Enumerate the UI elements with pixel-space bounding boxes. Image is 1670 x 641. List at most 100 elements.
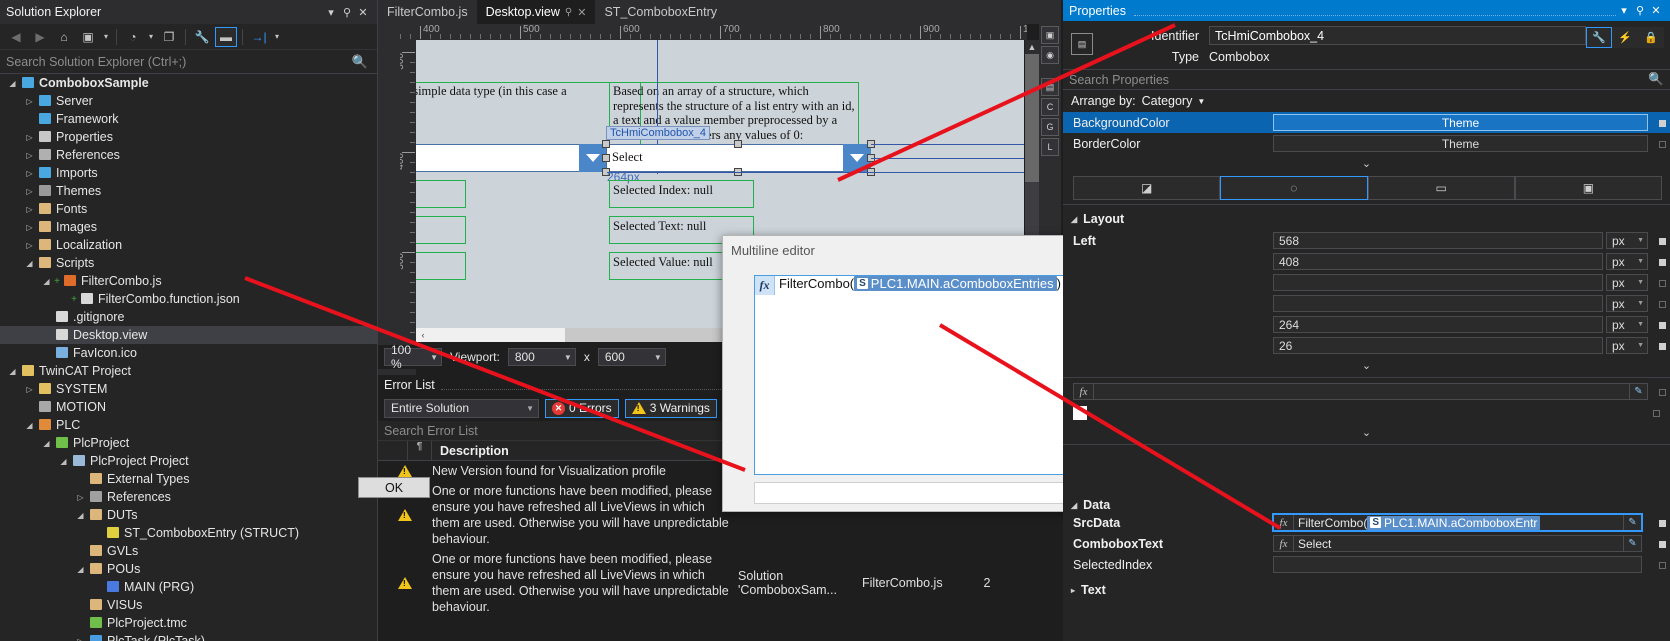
property-row[interactable]: 264 px ▼ [1063, 314, 1670, 335]
zoom-select[interactable]: 100 % ▼ [384, 343, 442, 371]
property-row[interactable]: SelectedIndex [1063, 554, 1670, 575]
group-icon[interactable]: G [1041, 118, 1059, 136]
property-row[interactable]: SrcData fx FilterCombo(S PLC1.MAIN.aCombobo… [1063, 512, 1670, 533]
expander-collapse-icon[interactable]: ◢ [40, 439, 53, 448]
sync-icon[interactable]: →| [248, 27, 270, 47]
binding-dot[interactable] [1654, 137, 1670, 151]
property-binding-editor[interactable] [1273, 556, 1642, 573]
warnings-filter-button[interactable]: 3 Warnings [624, 398, 717, 418]
tree-item[interactable]: ▷ Server [0, 92, 377, 110]
expander-expand-icon[interactable]: ▷ [74, 637, 87, 641]
tree-item[interactable]: ▷ PlcTask (PlcTask) [0, 632, 377, 641]
expander-collapse-icon[interactable]: ◢ [74, 511, 87, 520]
tree-item[interactable]: MAIN (PRG) [0, 578, 377, 596]
tree-item[interactable]: ◢ TwinCAT Project [0, 362, 377, 380]
property-value-input[interactable] [1273, 295, 1603, 312]
panel-menu-chevron-icon[interactable]: ▾ [323, 6, 339, 19]
binding-dot[interactable] [1654, 516, 1670, 530]
properties-search[interactable]: Search Properties 🔍 [1063, 69, 1670, 90]
property-value-input[interactable]: 264 [1273, 316, 1603, 333]
label-box-left-1[interactable] [416, 180, 466, 208]
close-icon[interactable]: ✕ [355, 6, 371, 19]
tree-item[interactable]: External Types [0, 470, 377, 488]
tree-item[interactable]: ◢ Scripts [0, 254, 377, 272]
layout-property-rows[interactable]: Left 568 px ▼ 408 px ▼ px ▼ px ▼ 264 px ▼ 26 px ▼ [1063, 230, 1670, 356]
property-row[interactable]: Left 568 px ▼ [1063, 230, 1670, 251]
binding-dot[interactable] [1654, 255, 1670, 269]
expand-layout-chevron-icon[interactable]: ⌄ [1063, 356, 1670, 374]
property-value-input[interactable]: FilterCombo(S PLC1.MAIN.aComboboxEntr [1293, 514, 1624, 531]
tree-item[interactable]: ▷ References [0, 488, 377, 506]
search-input[interactable] [6, 54, 352, 69]
property-row[interactable]: px ▼ [1063, 272, 1670, 293]
property-row[interactable]: 26 px ▼ [1063, 335, 1670, 356]
expander-expand-icon[interactable]: ▷ [23, 205, 36, 214]
viewport-width-select[interactable]: 800 ▼ [507, 348, 576, 366]
checkbox[interactable] [1073, 405, 1087, 420]
unnamed-fx-value[interactable] [1093, 383, 1630, 400]
editor-tab[interactable]: Desktop.view ⚲ ✕ [476, 0, 596, 24]
expand-colors-chevron-icon[interactable]: ⌄ [1063, 154, 1670, 172]
data-property-rows[interactable]: SrcData fx FilterCombo(S PLC1.MAIN.aCombobo… [1063, 512, 1670, 575]
grid-icon[interactable]: ▤ [1041, 78, 1059, 96]
pin-icon[interactable]: ⚲ [339, 6, 355, 19]
expander-expand-icon[interactable]: ▷ [23, 151, 36, 160]
tree-item[interactable]: MOTION [0, 398, 377, 416]
label-box-left-3[interactable] [416, 252, 466, 280]
column-header-severity[interactable] [378, 440, 408, 461]
expander-collapse-icon[interactable]: ◢ [6, 367, 19, 376]
column-header-description[interactable]: Description [432, 444, 509, 458]
unit-select[interactable]: px ▼ [1606, 253, 1648, 270]
tree-item[interactable]: PlcProject.tmc [0, 614, 377, 632]
tree-item[interactable]: ▷ Fonts [0, 200, 377, 218]
preview-selected-items-icon[interactable]: ▬ [215, 26, 237, 47]
tree-item[interactable]: ◢ PlcProject Project [0, 452, 377, 470]
scroll-left-icon[interactable]: ‹ [416, 328, 430, 342]
tree-item[interactable]: ◢ PLC [0, 416, 377, 434]
property-value[interactable]: Theme [1273, 135, 1648, 152]
category-text[interactable]: ▸ Text [1063, 579, 1670, 601]
category-layout[interactable]: ◢ Layout [1063, 208, 1670, 230]
editor-tab[interactable]: ST_ComboboxEntry [595, 0, 726, 24]
expander-collapse-icon[interactable]: ◢ [6, 79, 19, 88]
combobox-left[interactable] [416, 144, 581, 172]
property-row[interactable]: px ▼ [1063, 293, 1670, 314]
pin-icon[interactable]: ⚲ [565, 7, 572, 18]
unit-select[interactable]: px ▼ [1606, 337, 1648, 354]
pending-changes-chevron-icon[interactable]: ▾ [101, 32, 111, 41]
forward-icon[interactable]: ▶ [29, 27, 51, 47]
property-binding-editor[interactable]: fx FilterCombo(S PLC1.MAIN.aComboboxEntr ✎ [1272, 513, 1643, 532]
align-icon[interactable]: ◉ [1041, 46, 1059, 64]
tree-item[interactable]: .gitignore [0, 308, 377, 326]
arrange-by-row[interactable]: Arrange by: Category ▼ [1063, 90, 1670, 112]
sync-chevron-icon[interactable]: ▾ [272, 32, 282, 41]
checkbox-row[interactable] [1063, 402, 1670, 423]
expander-expand-icon[interactable]: ▷ [23, 241, 36, 250]
unit-select[interactable]: px ▼ [1606, 295, 1648, 312]
unit-select[interactable]: px ▼ [1606, 316, 1648, 333]
expander-collapse-icon[interactable]: ◢ [74, 565, 87, 574]
tree-item[interactable]: Framework [0, 110, 377, 128]
layer-icon[interactable]: L [1041, 138, 1059, 156]
search-icon[interactable]: 🔍 [352, 54, 371, 70]
expander-expand-icon[interactable]: ▷ [23, 169, 36, 178]
resize-handle-nw[interactable] [602, 140, 610, 148]
tree-item[interactable]: FavIcon.ico [0, 344, 377, 362]
horizontal-scroll-thumb[interactable] [430, 328, 565, 342]
editor-tab[interactable]: FilterCombo.js [378, 0, 477, 24]
editor-tabstrip[interactable]: FilterCombo.js Desktop.view ⚲ ✕ ST_ComboboxE… [378, 0, 1061, 24]
tree-item[interactable]: ▷ Themes [0, 182, 377, 200]
scope-select[interactable]: Entire Solution ▼ [384, 398, 539, 418]
viewport-height-select[interactable]: 600 ▼ [597, 348, 666, 366]
errors-filter-button[interactable]: ✕ 0 Errors [545, 398, 619, 418]
category-data[interactable]: ◢ Data [1063, 498, 1670, 512]
property-binding-editor[interactable]: fx Select ✎ [1273, 535, 1642, 552]
expander-collapse-icon[interactable]: ◢ [23, 421, 36, 430]
property-value-input[interactable] [1273, 274, 1603, 291]
binding-dot[interactable] [1654, 116, 1670, 130]
lock-icon[interactable]: 🔒 [1638, 27, 1664, 48]
container-icon[interactable]: C [1041, 98, 1059, 116]
property-value-input[interactable]: Select [1293, 535, 1624, 552]
expander-expand-icon[interactable]: ▷ [74, 493, 87, 502]
property-value-input[interactable]: 26 [1273, 337, 1603, 354]
